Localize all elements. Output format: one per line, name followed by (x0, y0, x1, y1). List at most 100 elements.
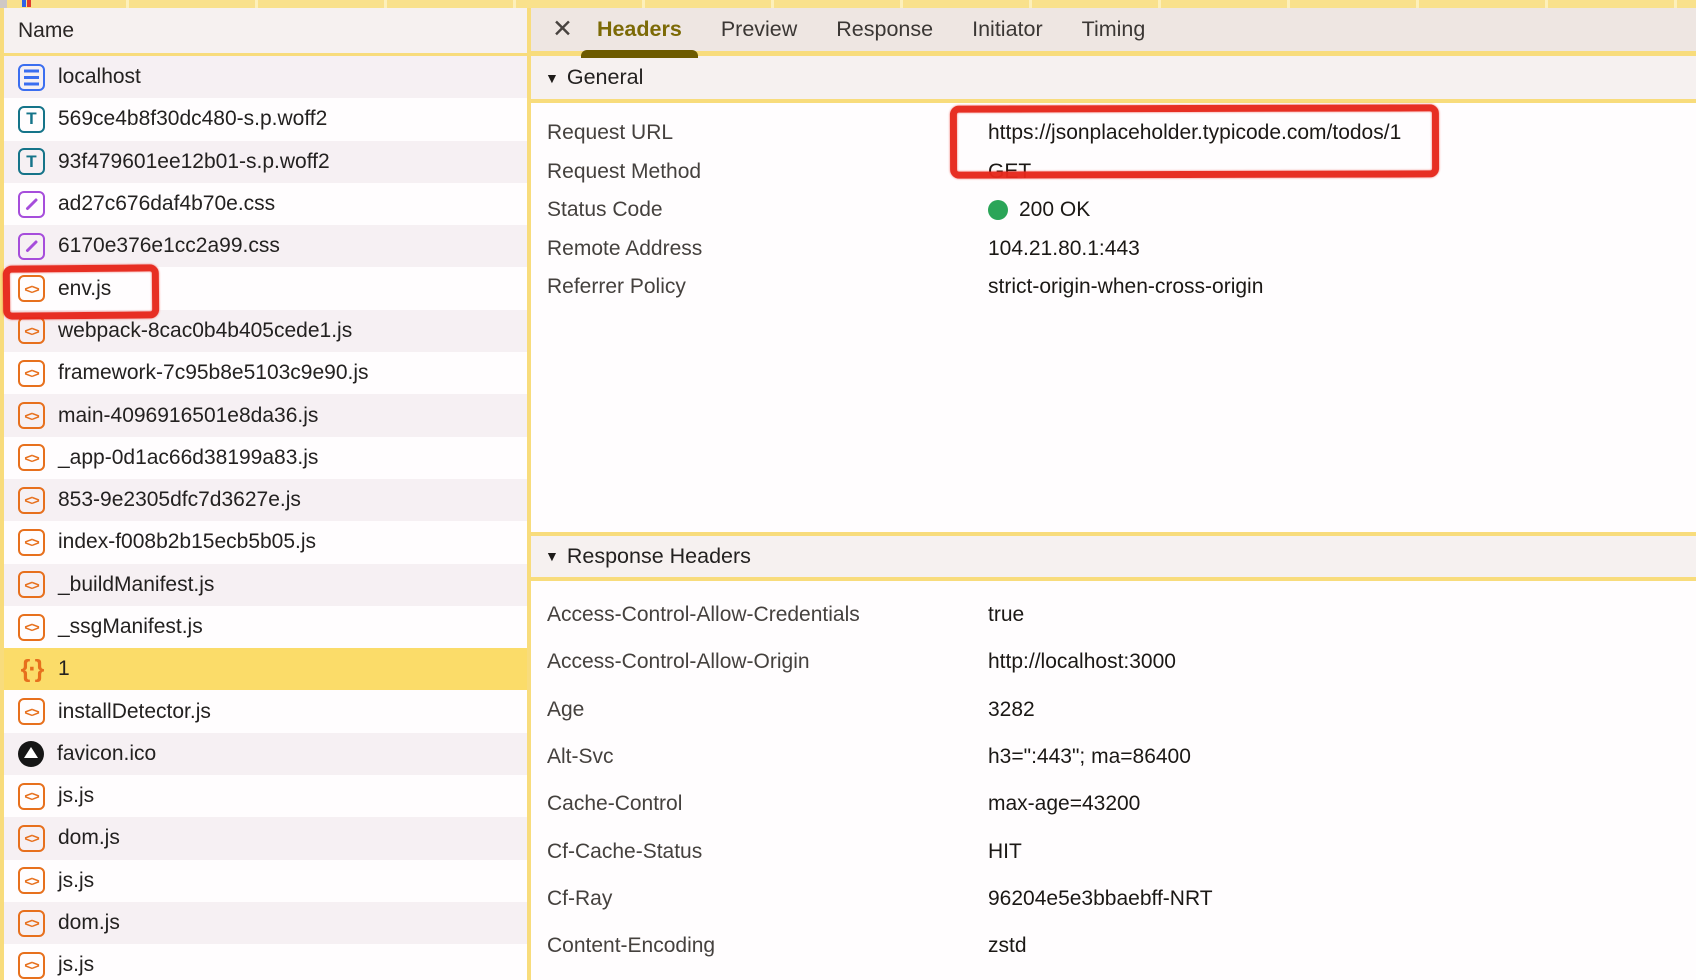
request-row-woff2[interactable]: T 569ce4b8f30dc480-s.p.woff2 (4, 98, 527, 140)
name-column-label: Name (18, 19, 74, 43)
overview-corner-chip (0, 0, 7, 8)
tab-preview[interactable]: Preview (721, 15, 797, 44)
font-file-icon: T (18, 106, 45, 133)
request-name: webpack-8cac0b4b405cede1.js (58, 319, 352, 343)
tab-initiator[interactable]: Initiator (972, 15, 1043, 44)
request-url-value: https://jsonplaceholder.typicode.com/tod… (988, 121, 1401, 145)
request-row-js[interactable]: <> dom.js (4, 902, 527, 944)
request-row-1-selected[interactable]: {·} 1 (4, 648, 527, 690)
request-name: env.js (58, 277, 111, 301)
request-row-js[interactable]: <> _buildManifest.js (4, 564, 527, 606)
header-row: Cf-Ray 96204e5e3bbaebff-NRT (531, 875, 1696, 922)
request-name: 6170e376e1cc2a99.css (58, 234, 280, 258)
requests-list: localhost T 569ce4b8f30dc480-s.p.woff2 T… (4, 56, 527, 980)
request-row-js[interactable]: <> _ssgManifest.js (4, 606, 527, 648)
tab-headers[interactable]: Headers (597, 15, 682, 44)
request-name: _ssgManifest.js (58, 615, 203, 639)
header-row-status-code: Status Code 200 OK (531, 191, 1696, 230)
request-row-js[interactable]: <> _app-0d1ac66d38199a83.js (4, 437, 527, 479)
request-row-localhost[interactable]: localhost (4, 56, 527, 98)
request-row-js[interactable]: <> installDetector.js (4, 690, 527, 732)
general-section-header[interactable]: ▼ General (531, 56, 1696, 103)
response-headers-section-header[interactable]: ▼ Response Headers (531, 532, 1696, 581)
favicon-image-icon (18, 741, 44, 767)
script-icon: <> (18, 529, 45, 556)
request-name: index-f008b2b15ecb5b05.js (58, 530, 316, 554)
request-name: 93f479601ee12b01-s.p.woff2 (58, 150, 330, 174)
request-name: localhost (58, 65, 141, 89)
request-name: _app-0d1ac66d38199a83.js (58, 446, 318, 470)
header-row: Alt-Svc h3=":443"; ma=86400 (531, 733, 1696, 780)
request-row-js[interactable]: <> index-f008b2b15ecb5b05.js (4, 521, 527, 563)
request-row-js[interactable]: <> framework-7c95b8e5103c9e90.js (4, 352, 527, 394)
details-tab-bar: ✕ Headers Preview Response Initiator Tim… (531, 8, 1696, 56)
script-icon: <> (18, 571, 45, 598)
request-name: ad27c676daf4b70e.css (58, 192, 275, 216)
request-name: dom.js (58, 826, 120, 850)
tab-response[interactable]: Response (836, 15, 933, 44)
request-name: js.js (58, 953, 94, 977)
status-ok-dot (988, 200, 1008, 220)
script-icon: <> (18, 360, 45, 387)
request-name: js.js (58, 869, 94, 893)
request-row-js[interactable]: <> dom.js (4, 817, 527, 859)
script-icon: <> (18, 614, 45, 641)
script-icon: <> (18, 867, 45, 894)
request-name: 569ce4b8f30dc480-s.p.woff2 (58, 107, 327, 131)
script-icon: <> (18, 698, 45, 725)
request-row-js[interactable]: <> 853-9e2305dfc7d3627e.js (4, 479, 527, 521)
request-row-js[interactable]: <> webpack-8cac0b4b405cede1.js (4, 310, 527, 352)
script-icon: <> (18, 783, 45, 810)
header-row: Age 3282 (531, 686, 1696, 733)
request-row-js[interactable]: <> js.js (4, 944, 527, 980)
request-name: main-4096916501e8da36.js (58, 404, 318, 428)
requests-list-panel: Name localhost T 569ce4b8f30dc480-s.p.wo… (4, 8, 527, 980)
document-icon (18, 64, 45, 91)
header-row: Access-Control-Allow-Origin http://local… (531, 639, 1696, 686)
disclosure-triangle-icon: ▼ (545, 70, 559, 86)
overview-red-tick (27, 0, 31, 7)
overview-blue-tick (22, 0, 26, 7)
request-name: favicon.ico (57, 742, 156, 766)
general-section-title: General (567, 65, 644, 90)
request-row-woff2[interactable]: T 93f479601ee12b01-s.p.woff2 (4, 141, 527, 183)
response-headers-section-title: Response Headers (567, 544, 751, 569)
request-row-js[interactable]: <> js.js (4, 860, 527, 902)
script-icon: <> (18, 825, 45, 852)
header-row: Access-Control-Allow-Credentials true (531, 592, 1696, 639)
close-icon[interactable]: ✕ (552, 17, 573, 42)
request-name: _buildManifest.js (58, 573, 214, 597)
general-section-body: Request URL https://jsonplaceholder.typi… (531, 103, 1696, 307)
request-name: installDetector.js (58, 700, 211, 724)
request-name: dom.js (58, 911, 120, 935)
request-name: framework-7c95b8e5103c9e90.js (58, 361, 369, 385)
request-row-css[interactable]: ad27c676daf4b70e.css (4, 183, 527, 225)
request-name: js.js (58, 784, 94, 808)
tab-timing[interactable]: Timing (1082, 15, 1146, 44)
request-row-favicon[interactable]: favicon.ico (4, 733, 527, 775)
request-row-env-js[interactable]: <> env.js (4, 267, 527, 309)
request-row-js[interactable]: <> js.js (4, 775, 527, 817)
request-details-panel: ✕ Headers Preview Response Initiator Tim… (531, 8, 1696, 980)
header-row: Content-Type application/json; charset=u… (531, 970, 1696, 980)
header-row-request-url: Request URL https://jsonplaceholder.typi… (531, 114, 1696, 153)
script-icon: <> (18, 952, 45, 979)
stylesheet-icon (18, 191, 45, 218)
script-icon: <> (18, 275, 45, 302)
script-icon: <> (18, 317, 45, 344)
header-row-remote-address: Remote Address 104.21.80.1:443 (531, 230, 1696, 269)
header-row: Cf-Cache-Status HIT (531, 828, 1696, 875)
header-row-referrer-policy: Referrer Policy strict-origin-when-cross… (531, 268, 1696, 307)
request-row-js[interactable]: <> main-4096916501e8da36.js (4, 394, 527, 436)
name-column-header[interactable]: Name (4, 8, 527, 56)
disclosure-triangle-icon: ▼ (545, 548, 559, 564)
json-fetch-icon: {·} (18, 656, 45, 683)
request-row-css[interactable]: 6170e376e1cc2a99.css (4, 225, 527, 267)
request-name: 1 (58, 657, 70, 681)
response-headers-section-body: Access-Control-Allow-Credentials true Ac… (531, 581, 1696, 980)
header-row: Content-Encoding zstd (531, 923, 1696, 970)
script-icon: <> (18, 487, 45, 514)
network-overview-strip[interactable] (0, 0, 1696, 8)
devtools-network-panel: Name localhost T 569ce4b8f30dc480-s.p.wo… (0, 0, 1696, 980)
script-icon: <> (18, 444, 45, 471)
